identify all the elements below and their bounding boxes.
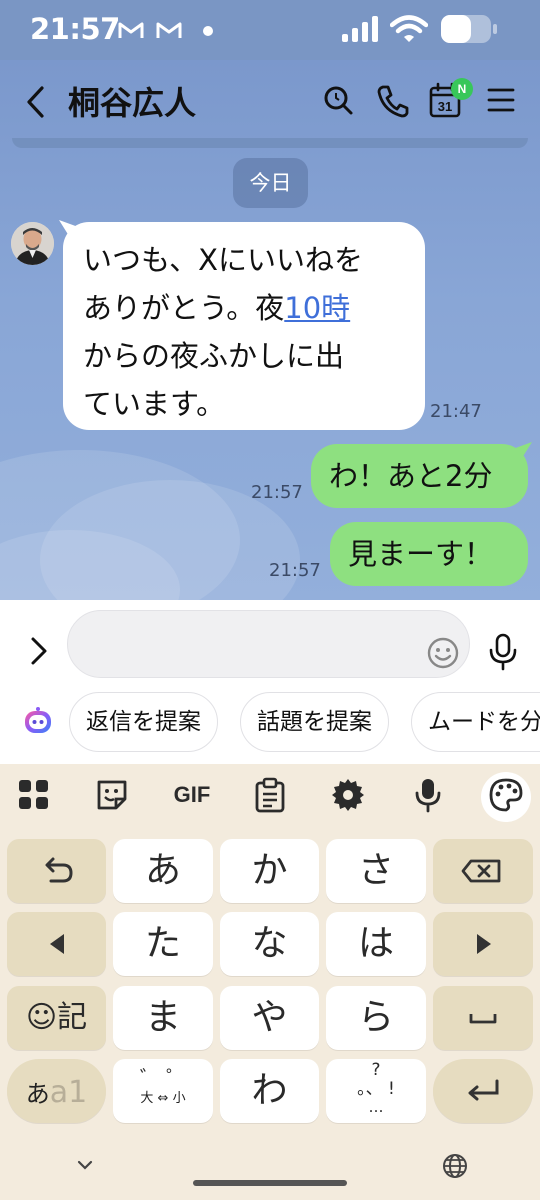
punct-bottom: … — [368, 1098, 384, 1116]
settings-icon[interactable] — [330, 777, 366, 813]
back-arrow-icon[interactable] — [20, 82, 54, 122]
message-time: 21:57 — [269, 560, 321, 581]
message-line: いつも、Xにいいねを — [83, 243, 363, 277]
ai-assistant-icon[interactable] — [22, 705, 54, 737]
pinned-strip — [12, 138, 528, 148]
key-sa[interactable]: さ — [326, 839, 426, 903]
chat-header: 桐谷広人 31 — [0, 60, 540, 140]
key-na[interactable]: な — [220, 912, 319, 976]
key-label: あ — [144, 850, 181, 891]
mic-icon[interactable] — [488, 633, 518, 671]
key-ka[interactable]: か — [220, 839, 319, 903]
key-label: か — [251, 850, 288, 891]
message-text: わ！あと2分 — [329, 459, 493, 493]
suggest-topic-chip[interactable]: 話題を提案 — [240, 692, 389, 752]
key-wa[interactable]: わ — [220, 1059, 319, 1123]
bubble-tail — [59, 220, 81, 236]
suggest-mood-chip[interactable]: ムードを分 — [411, 692, 540, 752]
status-bar: 21:57 — [0, 0, 540, 60]
keyboard — [0, 764, 540, 1200]
status-time: 21:57 — [30, 12, 120, 46]
size-toggle-label: 大 ⇔ 小 — [140, 1091, 186, 1106]
suggest-reply-chip[interactable]: 返信を提案 — [69, 692, 218, 752]
key-label: さ — [357, 850, 394, 891]
gif-button[interactable]: GIF — [170, 777, 214, 813]
message-time: 21:57 — [251, 482, 303, 503]
calendar-badge: N — [451, 78, 473, 100]
emoji-icon[interactable] — [426, 636, 460, 670]
avatar[interactable] — [11, 222, 54, 265]
message-line-text: ありがとう。夜 — [83, 291, 285, 325]
key-ta[interactable]: た — [113, 912, 213, 976]
emoji-symbol-key[interactable]: ☺記 — [7, 986, 106, 1050]
battery-icon — [441, 15, 497, 43]
backspace-key[interactable] — [433, 839, 533, 903]
undo-icon — [45, 857, 73, 883]
key-label: な — [251, 923, 288, 964]
key-label: た — [144, 923, 181, 964]
home-indicator[interactable] — [193, 1180, 347, 1186]
key-ya[interactable]: や — [220, 986, 319, 1050]
message-text: 見まーす！ — [348, 537, 494, 571]
signal-icon — [342, 16, 378, 42]
undo-key[interactable] — [7, 839, 106, 903]
kana-mode: あ — [25, 1080, 50, 1108]
input-mode-label: あa1 — [7, 1059, 106, 1126]
message-line: からの夜ふかしに出 — [83, 339, 345, 373]
key-label: は — [357, 923, 394, 964]
calendar-day: 31 — [438, 99, 452, 114]
backspace-icon — [461, 859, 501, 883]
outgoing-message-bubble[interactable]: わ！あと2分 — [311, 442, 532, 508]
sticker-icon[interactable] — [94, 777, 130, 813]
key-label: や — [251, 997, 288, 1038]
incoming-message-bubble[interactable]: いつも、Xにいいねを ありがとう。夜10時 からの夜ふかしに出 ています。 — [59, 220, 425, 430]
key-ra[interactable]: ら — [326, 986, 426, 1050]
punct-middle: 。、 ! — [357, 1079, 395, 1099]
key-label: わ — [251, 1070, 288, 1111]
punctuation-key[interactable]: ? 。、 ! … — [326, 1059, 426, 1123]
message-input[interactable] — [67, 610, 470, 678]
alpha-mode: a1 — [49, 1075, 88, 1110]
keyboard-mic-icon[interactable] — [410, 777, 446, 813]
phone-icon[interactable] — [374, 80, 410, 120]
space-key[interactable] — [433, 986, 533, 1050]
date-separator: 今日 — [233, 158, 308, 208]
cursor-left-key[interactable] — [7, 912, 106, 976]
chevron-right-icon[interactable] — [22, 634, 56, 668]
dakuten-marks: ゛ ゜ — [139, 1066, 187, 1090]
key-a[interactable]: あ — [113, 839, 213, 903]
palette-icon[interactable] — [488, 777, 524, 813]
enter-key[interactable] — [433, 1059, 533, 1123]
globe-icon[interactable] — [441, 1152, 469, 1180]
message-line: ありがとう。夜10時 — [83, 284, 407, 332]
right-arrow-icon — [477, 934, 491, 954]
message-time: 21:47 — [430, 401, 482, 422]
key-ha[interactable]: は — [326, 912, 426, 976]
key-label: ま — [144, 997, 181, 1038]
outgoing-message-bubble[interactable]: 見まーす！ — [330, 522, 528, 586]
gmail-icon — [156, 22, 182, 38]
time-link[interactable]: 10時 — [284, 291, 350, 325]
notification-dot — [203, 26, 213, 36]
key-label: ☺記 — [25, 1000, 88, 1035]
search-icon[interactable] — [320, 80, 356, 120]
gmail-icon — [118, 22, 144, 38]
cursor-right-key[interactable] — [433, 912, 533, 976]
clipboard-icon[interactable] — [252, 777, 288, 813]
message-line: ています。 — [83, 387, 226, 421]
hide-keyboard-icon[interactable] — [74, 1154, 96, 1176]
punct-top: ? — [371, 1060, 381, 1080]
space-icon — [469, 1014, 497, 1024]
wifi-icon — [390, 15, 428, 42]
enter-icon — [468, 1079, 499, 1101]
key-ma[interactable]: ま — [113, 986, 213, 1050]
input-mode-key[interactable]: あa1 — [7, 1059, 106, 1123]
key-label: ら — [357, 997, 394, 1038]
chat-title[interactable]: 桐谷広人 — [68, 78, 196, 124]
apps-icon[interactable] — [16, 777, 52, 813]
dakuten-key[interactable]: ゛ ゜ 大 ⇔ 小 — [113, 1059, 213, 1123]
left-arrow-icon — [50, 934, 64, 954]
menu-icon[interactable] — [484, 80, 520, 120]
bubble-tail — [510, 442, 532, 458]
